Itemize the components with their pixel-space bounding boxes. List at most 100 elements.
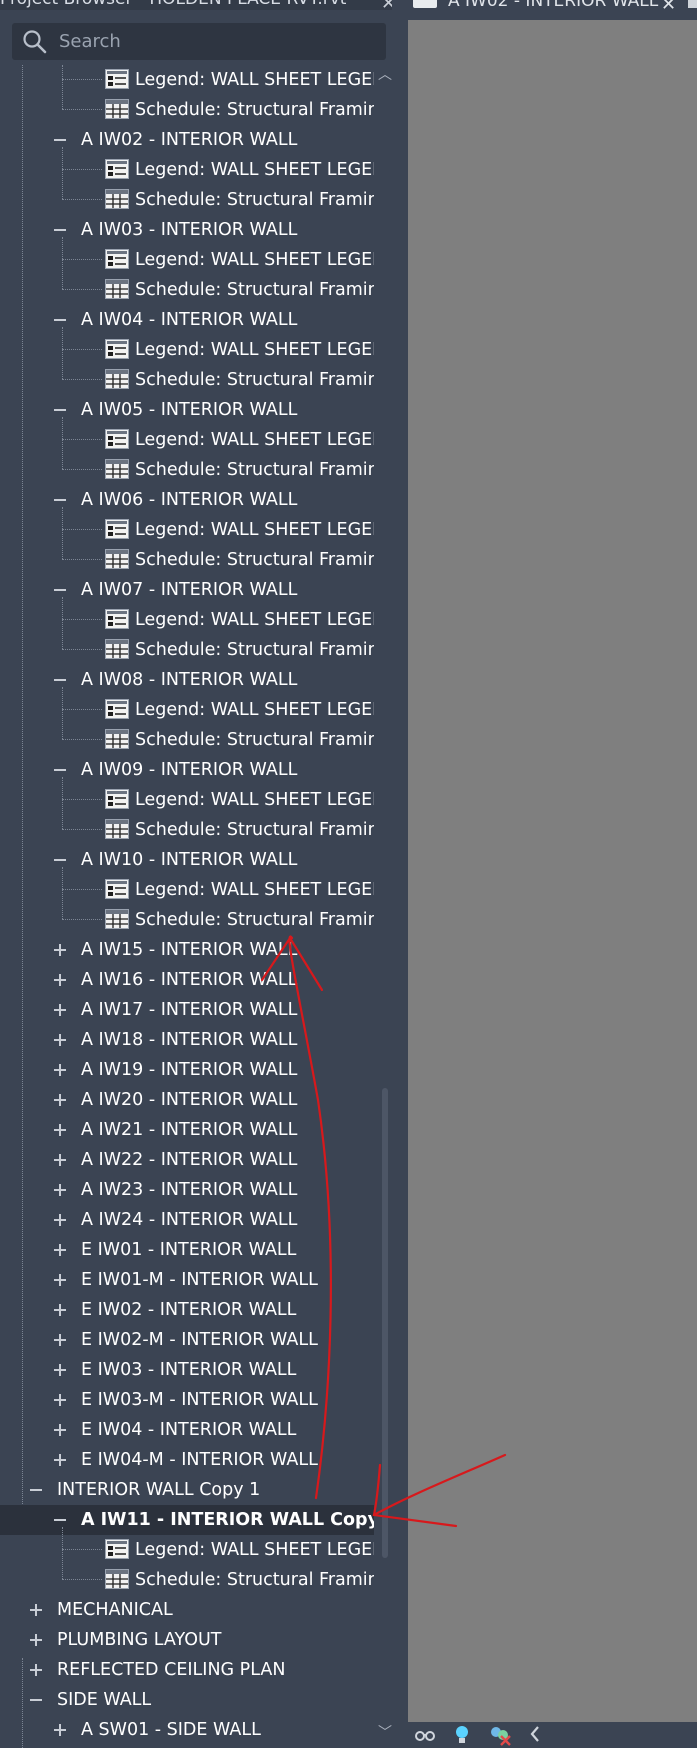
- tree-sheet[interactable]: A IW06 - INTERIOR WALL: [0, 485, 374, 515]
- expand-plus-icon[interactable]: [54, 1235, 68, 1265]
- expand-plus-icon[interactable]: [54, 1325, 68, 1355]
- tree-view-item[interactable]: Legend: WALL SHEET LEGEND: [0, 515, 392, 545]
- expand-plus-icon[interactable]: [54, 1385, 68, 1415]
- expand-plus-icon[interactable]: [54, 1175, 68, 1205]
- tree-view-item[interactable]: Schedule: Structural Framing S: [0, 545, 392, 575]
- tree-sheet[interactable]: A IW20 - INTERIOR WALL: [0, 1085, 374, 1115]
- tree-view-item[interactable]: Schedule: Structural Framing S: [0, 725, 392, 755]
- collapse-minus-icon[interactable]: [54, 215, 68, 245]
- expand-plus-icon[interactable]: [30, 1625, 44, 1655]
- expand-plus-icon[interactable]: [54, 1205, 68, 1235]
- tree-sheet[interactable]: E IW04 - INTERIOR WALL: [0, 1415, 374, 1445]
- tree-sheet[interactable]: E IW02-M - INTERIOR WALL: [0, 1325, 374, 1355]
- tree-view-item[interactable]: Schedule: Structural Framing S: [0, 815, 392, 845]
- tree-sheet[interactable]: A IW04 - INTERIOR WALL: [0, 305, 374, 335]
- binoculars-icon[interactable]: [414, 1724, 436, 1744]
- collapse-minus-icon[interactable]: [54, 485, 68, 515]
- collapse-minus-icon[interactable]: [54, 845, 68, 875]
- tree-sheet[interactable]: A IW03 - INTERIOR WALL: [0, 215, 374, 245]
- tree-group[interactable]: PLUMBING LAYOUT: [0, 1625, 374, 1655]
- expand-plus-icon[interactable]: [54, 1025, 68, 1055]
- tree-group[interactable]: SIDE WALL: [0, 1685, 374, 1715]
- tree-sheet[interactable]: A IW09 - INTERIOR WALL: [0, 755, 374, 785]
- tree-sheet[interactable]: A IW19 - INTERIOR WALL: [0, 1055, 374, 1085]
- tree-view-item[interactable]: Legend: WALL SHEET LEGEND: [0, 785, 392, 815]
- tree-group[interactable]: REFLECTED CEILING PLAN: [0, 1655, 374, 1685]
- tree-view-item[interactable]: Legend: WALL SHEET LEGEND: [0, 695, 392, 725]
- expand-plus-icon[interactable]: [54, 1055, 68, 1085]
- tree-view-item[interactable]: Legend: WALL SHEET LEGEND: [0, 605, 392, 635]
- tree-sheet[interactable]: A IW18 - INTERIOR WALL: [0, 1025, 374, 1055]
- expand-plus-icon[interactable]: [30, 1655, 44, 1685]
- tree-view-item[interactable]: Schedule: Structural Framing S: [0, 1565, 392, 1595]
- tree-sheet[interactable]: E IW03-M - INTERIOR WALL: [0, 1385, 374, 1415]
- expand-plus-icon[interactable]: [54, 965, 68, 995]
- expand-plus-icon[interactable]: [54, 1115, 68, 1145]
- collapse-minus-icon[interactable]: [54, 575, 68, 605]
- collapse-minus-icon[interactable]: [54, 665, 68, 695]
- tree-sheet[interactable]: A IW24 - INTERIOR WALL: [0, 1205, 374, 1235]
- tree-view-item[interactable]: Schedule: Structural Framing S: [0, 95, 392, 125]
- collapse-minus-icon[interactable]: [54, 395, 68, 425]
- expand-plus-icon[interactable]: [30, 1595, 44, 1625]
- tree-sheet[interactable]: A IW23 - INTERIOR WALL: [0, 1175, 374, 1205]
- close-tab-icon[interactable]: ✕: [661, 0, 676, 15]
- tree-view-item[interactable]: Schedule: Structural Framing S: [0, 275, 392, 305]
- next-tab-icon[interactable]: [688, 0, 697, 8]
- tree-view-item[interactable]: Schedule: Structural Framing S: [0, 365, 392, 395]
- scroll-down-icon[interactable]: ﹀: [378, 1726, 392, 1740]
- expand-plus-icon[interactable]: [54, 1265, 68, 1295]
- tree-view-item[interactable]: Schedule: Structural Framing S: [0, 455, 392, 485]
- close-icon[interactable]: ✕: [381, 0, 392, 13]
- tree-sheet[interactable]: E IW04-M - INTERIOR WALL: [0, 1445, 374, 1475]
- collapse-minus-icon[interactable]: [54, 305, 68, 335]
- tree-view-item[interactable]: Legend: WALL SHEET LEGEND: [0, 245, 392, 275]
- expand-plus-icon[interactable]: [54, 1295, 68, 1325]
- scroll-up-icon[interactable]: ︿: [378, 68, 392, 82]
- tree-view-item[interactable]: Legend: WALL SHEET LEGEND: [0, 335, 392, 365]
- tree-sheet[interactable]: E IW02 - INTERIOR WALL: [0, 1295, 374, 1325]
- lightbulb-icon[interactable]: [454, 1724, 470, 1746]
- tree-view-item[interactable]: Legend: WALL SHEET LEGEND: [0, 1535, 392, 1565]
- tree-sheet[interactable]: A IW07 - INTERIOR WALL: [0, 575, 374, 605]
- tree-view-item[interactable]: Schedule: Structural Framing S: [0, 185, 392, 215]
- expand-plus-icon[interactable]: [54, 1145, 68, 1175]
- scrollbar-thumb[interactable]: [382, 1088, 388, 1558]
- tree-view-item[interactable]: Schedule: Structural Framing S: [0, 905, 392, 935]
- collapse-minus-icon[interactable]: [54, 755, 68, 785]
- expand-plus-icon[interactable]: [54, 995, 68, 1025]
- tree-view-item[interactable]: Schedule: Structural Framing S: [0, 635, 392, 665]
- expand-plus-icon[interactable]: [54, 1445, 68, 1475]
- tree-sheet[interactable]: A IW05 - INTERIOR WALL: [0, 395, 374, 425]
- tree-group[interactable]: INTERIOR WALL Copy 1: [0, 1475, 374, 1505]
- tree-view-item[interactable]: Legend: WALL SHEET LEGEND: [0, 875, 392, 905]
- expand-plus-icon[interactable]: [54, 1085, 68, 1115]
- view-canvas[interactable]: [408, 0, 697, 1748]
- tree-sheet[interactable]: E IW03 - INTERIOR WALL: [0, 1355, 374, 1385]
- collapse-minus-icon[interactable]: [30, 1475, 44, 1505]
- hide-elements-icon[interactable]: [488, 1724, 514, 1746]
- collapse-minus-icon[interactable]: [30, 1685, 44, 1715]
- tree-view-item[interactable]: Legend: WALL SHEET LEGEND: [0, 65, 392, 95]
- view-tab[interactable]: A IW02 - INTERIOR WALL ✕: [408, 0, 697, 20]
- tree-sheet[interactable]: A IW10 - INTERIOR WALL: [0, 845, 374, 875]
- tree-sheet[interactable]: A IW17 - INTERIOR WALL: [0, 995, 374, 1025]
- tree-sheet[interactable]: A IW08 - INTERIOR WALL: [0, 665, 374, 695]
- tree-sheet[interactable]: E IW01 - INTERIOR WALL: [0, 1235, 374, 1265]
- tree-sheet[interactable]: A IW16 - INTERIOR WALL: [0, 965, 374, 995]
- tree-view-item[interactable]: Legend: WALL SHEET LEGEND: [0, 425, 392, 455]
- tree-group[interactable]: MECHANICAL: [0, 1595, 374, 1625]
- expand-plus-icon[interactable]: [54, 935, 68, 965]
- tree-sheet[interactable]: A IW21 - INTERIOR WALL: [0, 1115, 374, 1145]
- expand-plus-icon[interactable]: [54, 1355, 68, 1385]
- tree-sheet[interactable]: A IW22 - INTERIOR WALL: [0, 1145, 374, 1175]
- tree-sheet[interactable]: A SW01 - SIDE WALL: [0, 1715, 374, 1745]
- collapse-minus-icon[interactable]: [54, 125, 68, 155]
- tree-view-item[interactable]: Legend: WALL SHEET LEGEND: [0, 155, 392, 185]
- collapse-minus-icon[interactable]: [54, 1505, 68, 1535]
- chevron-left-icon[interactable]: [528, 1724, 542, 1744]
- tree-sheet[interactable]: A IW15 - INTERIOR WALL: [0, 935, 374, 965]
- expand-plus-icon[interactable]: [54, 1415, 68, 1445]
- tree-sheet[interactable]: A IW02 - INTERIOR WALL: [0, 125, 374, 155]
- tree-sheet[interactable]: A IW11 - INTERIOR WALL Copy 1: [0, 1505, 392, 1535]
